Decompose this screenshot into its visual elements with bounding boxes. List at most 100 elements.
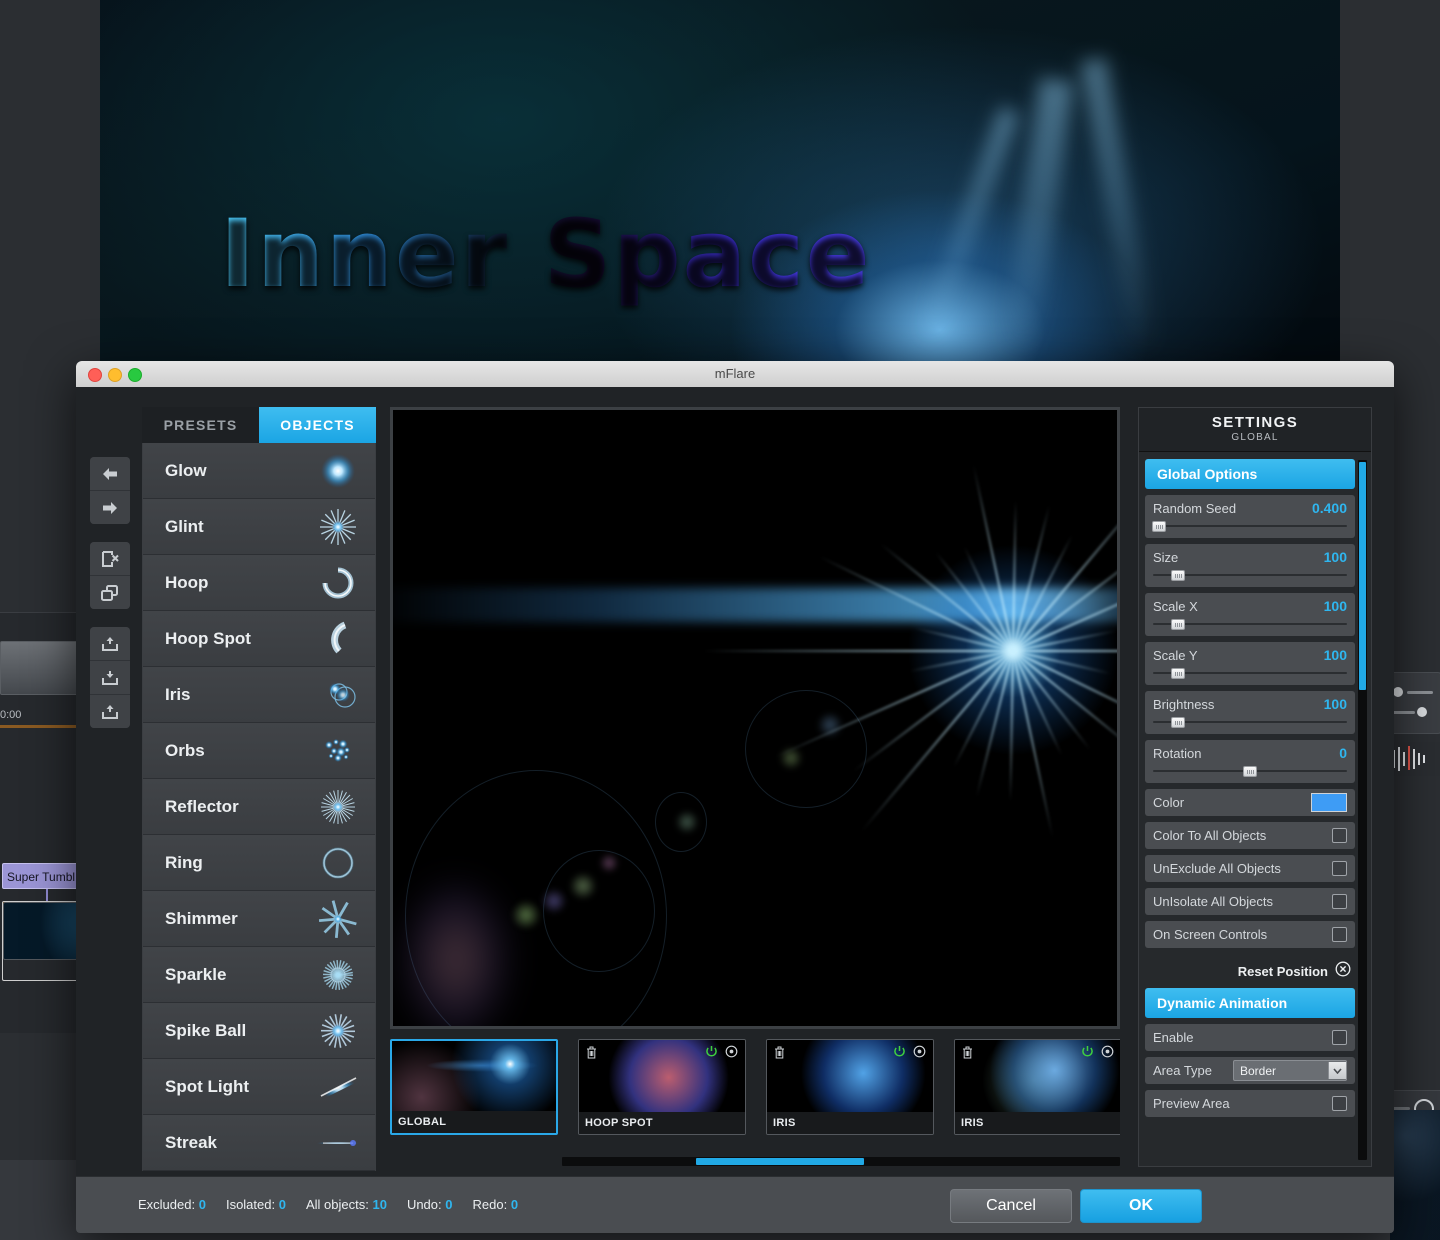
ring-icon	[315, 843, 361, 883]
waveform-bar	[1418, 753, 1420, 765]
checkbox[interactable]	[1332, 927, 1347, 942]
object-list-item[interactable]: Ring	[143, 835, 375, 891]
slider-control[interactable]: Scale Y 100	[1145, 642, 1355, 685]
spot-light-icon	[315, 1067, 361, 1107]
object-list-item[interactable]: Spike Ball	[143, 1003, 375, 1059]
objects-list: Glow Glint Hoop Hoop Spot Iris Orbs Reflector R…	[142, 443, 376, 1171]
power-toggle-icon[interactable]	[705, 1045, 718, 1063]
option-row[interactable]: Color To All Objects	[1145, 822, 1355, 849]
object-list-item[interactable]: Glint	[143, 499, 375, 555]
power-toggle-icon[interactable]	[1081, 1045, 1094, 1063]
object-thumbnail[interactable]: IRIS	[766, 1039, 934, 1135]
isolate-toggle-icon[interactable]	[1101, 1045, 1114, 1063]
object-list-item[interactable]: Orbs	[143, 723, 375, 779]
option-row[interactable]: Area Type Border	[1145, 1057, 1355, 1084]
delete-thumbnail-icon[interactable]	[962, 1046, 973, 1064]
export-preset-button[interactable]	[90, 627, 130, 661]
tab-objects[interactable]: OBJECTS	[259, 407, 376, 443]
settings-scrollbar-thumb[interactable]	[1359, 462, 1366, 690]
checkbox[interactable]	[1332, 861, 1347, 876]
ghost-blob	[401, 880, 511, 1026]
duplicate-object-button[interactable]	[90, 576, 130, 609]
object-list-item[interactable]: Reflector	[143, 779, 375, 835]
reset-position-row[interactable]: Reset Position	[1145, 954, 1355, 988]
object-thumbnail[interactable]: HOOP SPOT	[578, 1039, 746, 1135]
option-label: Enable	[1153, 1030, 1194, 1045]
tab-presets[interactable]: PRESETS	[142, 407, 259, 443]
object-list-item[interactable]: Sparkle	[143, 947, 375, 1003]
slider-knob[interactable]	[1171, 619, 1186, 630]
flare-preview[interactable]	[390, 407, 1120, 1029]
option-label: UnExclude All Objects	[1153, 861, 1281, 876]
slider-control[interactable]: Random Seed 0.400	[1145, 495, 1355, 538]
slider-control[interactable]: Size 100	[1145, 544, 1355, 587]
option-row[interactable]: On Screen Controls	[1145, 921, 1355, 948]
object-list-item[interactable]: Streak	[143, 1115, 375, 1171]
checkbox[interactable]	[1332, 828, 1347, 843]
slider-control[interactable]: Rotation 0	[1145, 740, 1355, 783]
reset-circle-x-icon[interactable]	[1335, 961, 1351, 982]
isolate-toggle-icon[interactable]	[913, 1045, 926, 1063]
option-row[interactable]: Preview Area	[1145, 1090, 1355, 1117]
slider-knob[interactable]	[1171, 668, 1186, 679]
slider-track[interactable]	[1153, 717, 1347, 728]
slider-control[interactable]: Brightness 100	[1145, 691, 1355, 734]
slider-control[interactable]: Scale X 100	[1145, 593, 1355, 636]
object-list-item[interactable]: Glow	[143, 443, 375, 499]
object-thumbnail[interactable]: IRIS	[954, 1039, 1120, 1135]
settings-section-header[interactable]: Global Options	[1145, 459, 1355, 489]
thumbnail-scrollbar-thumb[interactable]	[696, 1158, 864, 1165]
stat-label: Isolated:	[225, 1197, 276, 1212]
delete-thumbnail-icon[interactable]	[774, 1046, 785, 1064]
slider-knob[interactable]	[1171, 717, 1186, 728]
import-preset-button[interactable]	[90, 661, 130, 695]
slider-track[interactable]	[1153, 766, 1347, 777]
inspector-dot	[1417, 707, 1427, 717]
option-row[interactable]: UnExclude All Objects	[1145, 855, 1355, 882]
reset-position-label: Reset Position	[1237, 963, 1328, 979]
settings-section-header[interactable]: Dynamic Animation	[1145, 988, 1355, 1018]
thumbnail-image	[955, 1040, 1120, 1112]
checkbox[interactable]	[1332, 894, 1347, 909]
slider-track[interactable]	[1151, 521, 1347, 532]
slider-knob[interactable]	[1171, 570, 1186, 581]
power-toggle-icon[interactable]	[893, 1045, 906, 1063]
slider-track[interactable]	[1153, 619, 1347, 630]
timeline-track-label: Super Tumbl	[2, 863, 78, 889]
cancel-button[interactable]: Cancel	[950, 1189, 1072, 1223]
object-list-item[interactable]: Hoop	[143, 555, 375, 611]
previous-flare-button[interactable]	[90, 457, 130, 491]
color-swatch[interactable]	[1311, 793, 1347, 812]
slider-track[interactable]	[1153, 668, 1347, 679]
object-thumbnail[interactable]: GLOBAL	[390, 1039, 558, 1135]
object-list-item[interactable]: Iris	[143, 667, 375, 723]
inspector-dot	[1393, 687, 1403, 697]
object-list-item[interactable]: Spot Light	[143, 1059, 375, 1115]
save-preset-button[interactable]	[90, 695, 130, 728]
ok-button[interactable]: OK	[1080, 1189, 1202, 1223]
checkbox[interactable]	[1332, 1096, 1347, 1111]
color-row[interactable]: Color	[1145, 789, 1355, 816]
delete-object-button[interactable]	[90, 542, 130, 576]
object-list-item[interactable]: Hoop Spot	[143, 611, 375, 667]
checkbox[interactable]	[1332, 1030, 1347, 1045]
objects-panel: PRESETS OBJECTS Glow Glint Hoop Hoop Spot Ir…	[142, 407, 376, 1233]
spike-ball-icon	[315, 1011, 361, 1051]
slider-track[interactable]	[1153, 570, 1347, 581]
option-row[interactable]: UnIsolate All Objects	[1145, 888, 1355, 915]
slider-knob[interactable]	[1243, 766, 1257, 777]
object-list-item[interactable]: Shimmer	[143, 891, 375, 947]
waveform-bar	[1423, 755, 1425, 763]
area-type-value: Border	[1240, 1063, 1277, 1078]
minimize-button[interactable]	[108, 368, 122, 382]
maximize-button[interactable]	[128, 368, 142, 382]
isolate-toggle-icon[interactable]	[725, 1045, 738, 1063]
close-button[interactable]	[88, 368, 102, 382]
delete-thumbnail-icon[interactable]	[586, 1046, 597, 1064]
option-row[interactable]: Enable	[1145, 1024, 1355, 1051]
settings-scrollbar[interactable]	[1358, 460, 1367, 1160]
slider-knob[interactable]	[1151, 521, 1166, 532]
area-type-select[interactable]: Border	[1233, 1060, 1347, 1081]
thumbnail-scrollbar[interactable]	[562, 1157, 1120, 1166]
next-flare-button[interactable]	[90, 491, 130, 524]
